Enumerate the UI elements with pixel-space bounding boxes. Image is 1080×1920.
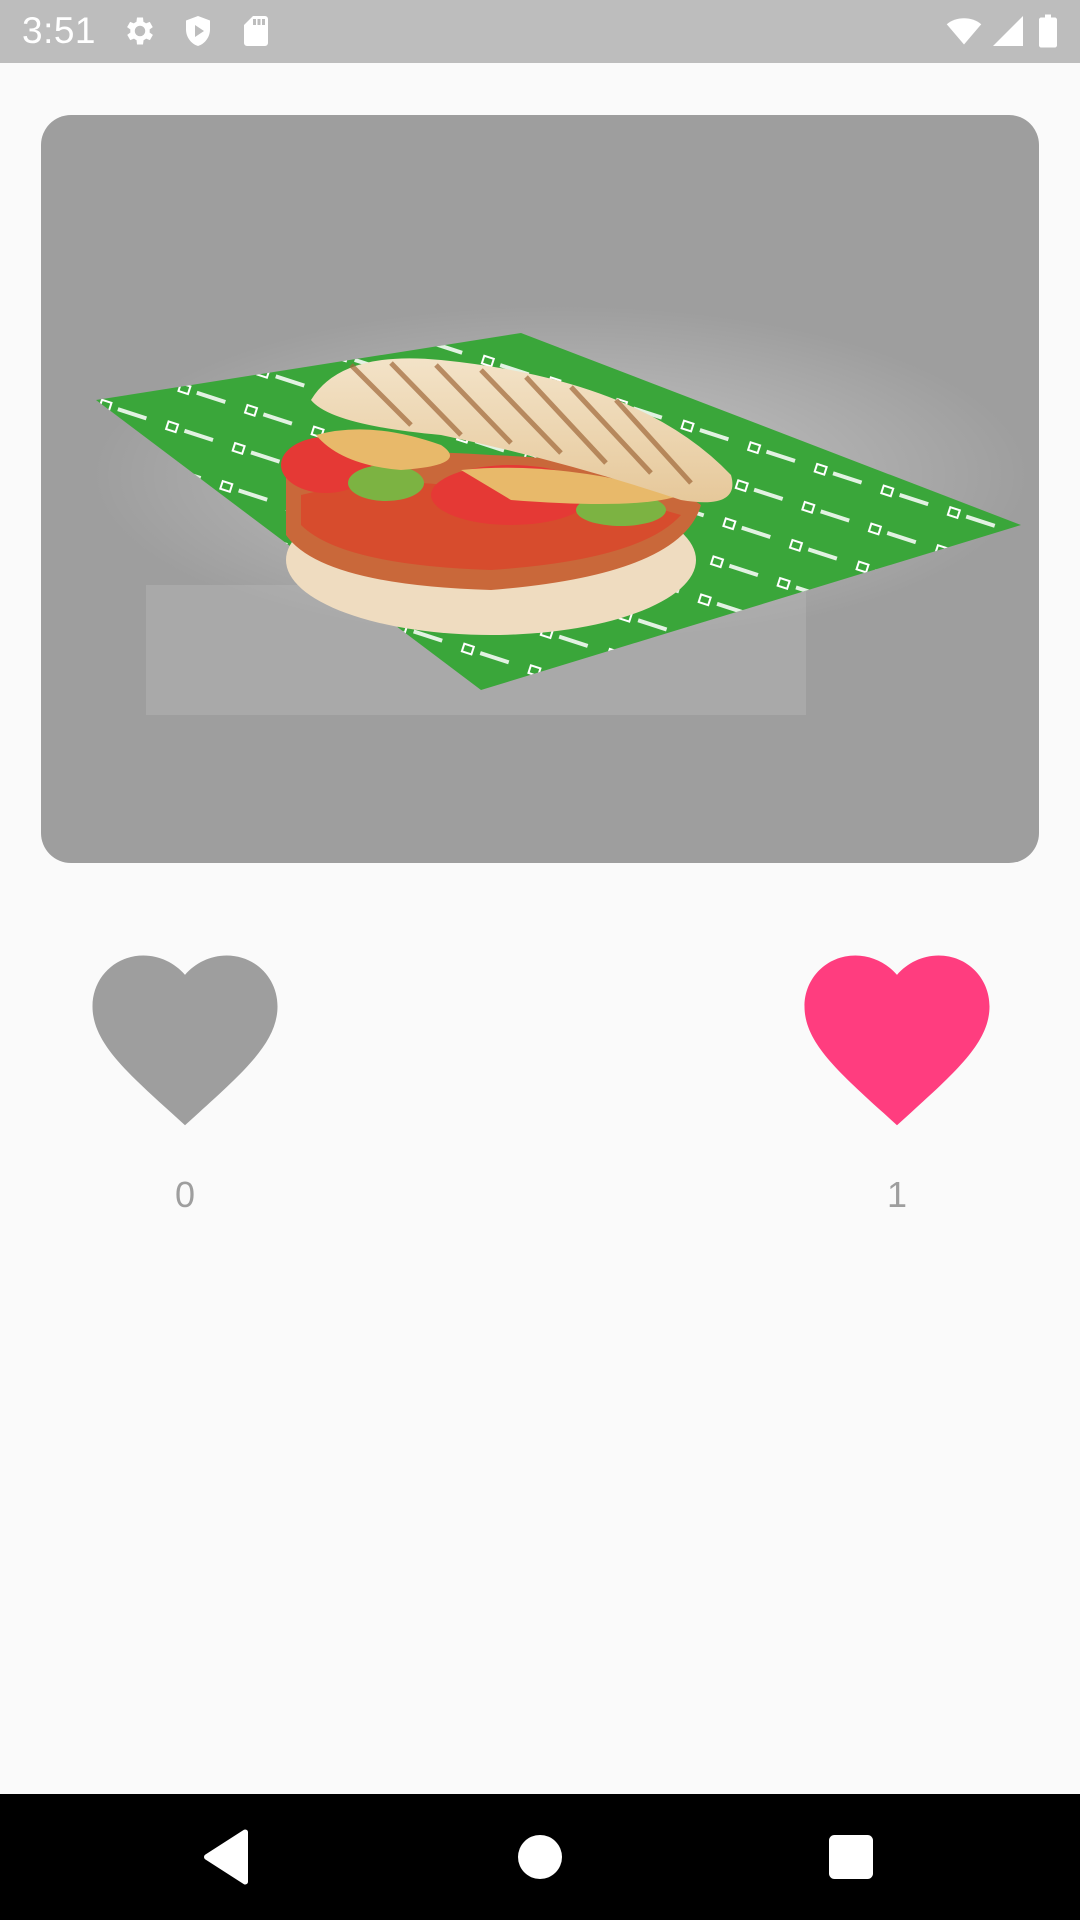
battery-icon bbox=[1036, 13, 1060, 49]
sd-card-icon bbox=[238, 13, 274, 49]
product-image bbox=[41, 115, 1039, 863]
wifi-icon bbox=[944, 13, 984, 49]
status-bar: 3:51 bbox=[0, 0, 1080, 63]
back-icon[interactable] bbox=[193, 1824, 259, 1890]
navigation-bar bbox=[0, 1794, 1080, 1920]
heart-outline-gray-icon[interactable] bbox=[74, 945, 296, 1151]
like-group-liked: 1 bbox=[782, 945, 1012, 1217]
heart-filled-pink-icon[interactable] bbox=[786, 945, 1008, 1151]
sandwich-image bbox=[91, 305, 1031, 715]
gear-icon bbox=[122, 13, 158, 49]
home-icon[interactable] bbox=[507, 1824, 573, 1890]
like-count-unliked: 0 bbox=[174, 1174, 196, 1215]
shield-play-icon bbox=[180, 13, 216, 49]
status-time: 3:51 bbox=[22, 10, 97, 51]
like-group-unliked: 0 bbox=[70, 945, 300, 1217]
recents-icon[interactable] bbox=[818, 1824, 884, 1890]
signal-icon bbox=[990, 13, 1026, 49]
like-count-liked: 1 bbox=[886, 1174, 908, 1215]
